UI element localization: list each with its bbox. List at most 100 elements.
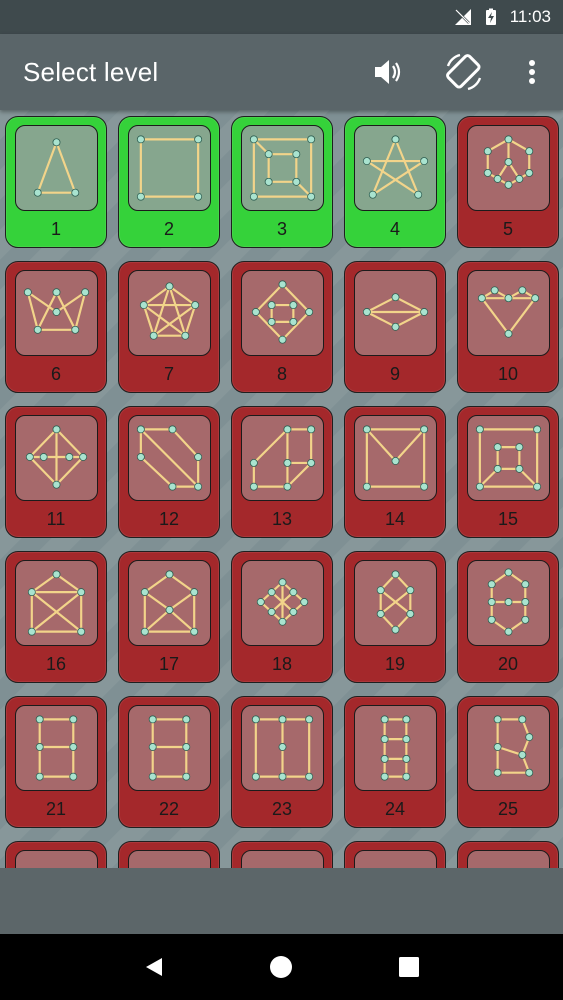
level-tile[interactable]: 20 (457, 551, 559, 683)
level-number: 9 (389, 364, 400, 384)
puzzle-diagram (251, 280, 314, 344)
level-puzzle-preview (354, 270, 437, 356)
status-time: 11:03 (509, 7, 551, 26)
puzzle-diagram (27, 570, 86, 636)
level-tile[interactable]: 4 (344, 116, 446, 248)
puzzle-diagram (139, 282, 200, 340)
level-tile[interactable]: 18 (231, 551, 333, 683)
level-tile[interactable]: 15 (457, 406, 559, 538)
level-tile[interactable]: 6 (5, 261, 107, 393)
level-puzzle-preview (241, 125, 324, 211)
puzzle-diagram (136, 425, 203, 491)
level-number: 22 (158, 799, 180, 819)
puzzle-diagram (475, 425, 542, 491)
level-puzzle-preview (128, 850, 211, 868)
signal-off-icon (454, 9, 471, 25)
level-number: 11 (46, 509, 66, 529)
level-number: 19 (384, 654, 406, 674)
puzzle-diagram (249, 425, 316, 491)
level-tile[interactable]: 23 (231, 696, 333, 828)
level-puzzle-preview (128, 125, 211, 211)
level-grid-scroll[interactable]: 1 2 3 4 5 6 7 8 9 10 11 12 13 14 15 16 17 18 19 20 21 22 23 24 2… (0, 110, 563, 868)
level-tile-partial[interactable] (118, 841, 220, 868)
battery-charging-icon (485, 8, 496, 25)
puzzle-diagram (256, 578, 309, 626)
volume-icon (375, 60, 401, 84)
level-tile[interactable]: 7 (118, 261, 220, 393)
level-number: 16 (45, 654, 67, 674)
puzzle-diagram (148, 715, 191, 781)
level-tile[interactable]: 16 (5, 551, 107, 683)
level-number: 10 (497, 364, 519, 384)
level-puzzle-preview (241, 850, 324, 868)
puzzle-diagram (362, 135, 429, 199)
screen-rotation-icon (446, 53, 482, 91)
level-number: 25 (497, 799, 519, 819)
level-tile[interactable]: 1 (5, 116, 107, 248)
level-puzzle-preview (354, 415, 437, 501)
level-puzzle-preview (241, 270, 324, 356)
level-tile-partial[interactable] (344, 841, 446, 868)
level-tile[interactable]: 10 (457, 261, 559, 393)
overflow-menu-button[interactable] (509, 49, 555, 95)
level-number: 4 (389, 219, 400, 239)
level-number: 2 (163, 219, 174, 239)
home-icon (270, 956, 293, 978)
puzzle-diagram (35, 715, 78, 781)
level-puzzle-preview (467, 125, 550, 211)
back-button[interactable] (134, 947, 174, 987)
level-number: 13 (271, 509, 293, 529)
home-button[interactable] (261, 947, 301, 987)
level-number: 8 (276, 364, 287, 384)
puzzle-diagram (140, 570, 199, 636)
level-tile[interactable]: 24 (344, 696, 446, 828)
puzzle-diagram (23, 288, 90, 334)
level-puzzle-preview (128, 270, 211, 356)
level-puzzle-preview (354, 560, 437, 646)
level-number: 24 (384, 799, 406, 819)
level-tile[interactable]: 12 (118, 406, 220, 538)
level-puzzle-preview (15, 850, 98, 868)
level-tile-partial[interactable] (457, 841, 559, 868)
level-puzzle-preview (15, 705, 98, 791)
screen-rotation-button[interactable] (441, 49, 487, 95)
recents-button[interactable] (389, 947, 429, 987)
level-puzzle-preview (128, 705, 211, 791)
level-tile[interactable]: 11 (5, 406, 107, 538)
level-tile[interactable]: 9 (344, 261, 446, 393)
level-tile[interactable]: 5 (457, 116, 559, 248)
puzzle-diagram (380, 715, 411, 781)
level-puzzle-preview (128, 415, 211, 501)
level-tile[interactable]: 14 (344, 406, 446, 538)
level-tile[interactable]: 22 (118, 696, 220, 828)
level-puzzle-preview (467, 850, 550, 868)
puzzle-diagram (376, 570, 415, 634)
puzzle-diagram (483, 135, 534, 189)
puzzle-diagram (249, 135, 316, 201)
level-puzzle-preview (467, 270, 550, 356)
level-tile-partial[interactable] (231, 841, 333, 868)
level-puzzle-preview (241, 560, 324, 646)
app-bar: Select level (0, 34, 563, 110)
level-tile[interactable]: 2 (118, 116, 220, 248)
level-tile[interactable]: 17 (118, 551, 220, 683)
level-puzzle-preview (15, 270, 98, 356)
level-tile[interactable]: 21 (5, 696, 107, 828)
puzzle-diagram (493, 715, 534, 777)
navigation-bar (0, 934, 563, 1000)
level-tile[interactable]: 13 (231, 406, 333, 538)
level-tile-partial[interactable] (5, 841, 107, 868)
puzzle-diagram (136, 135, 203, 201)
level-tile[interactable]: 8 (231, 261, 333, 393)
puzzle-diagram (477, 286, 540, 338)
puzzle-diagram (362, 293, 429, 331)
level-number: 17 (158, 654, 180, 674)
level-puzzle-preview (467, 415, 550, 501)
level-puzzle-preview (354, 125, 437, 211)
level-tile[interactable]: 3 (231, 116, 333, 248)
level-number: 1 (50, 219, 61, 239)
sound-toggle-button[interactable] (365, 49, 411, 95)
level-number: 7 (163, 364, 174, 384)
level-tile[interactable]: 19 (344, 551, 446, 683)
level-tile[interactable]: 25 (457, 696, 559, 828)
